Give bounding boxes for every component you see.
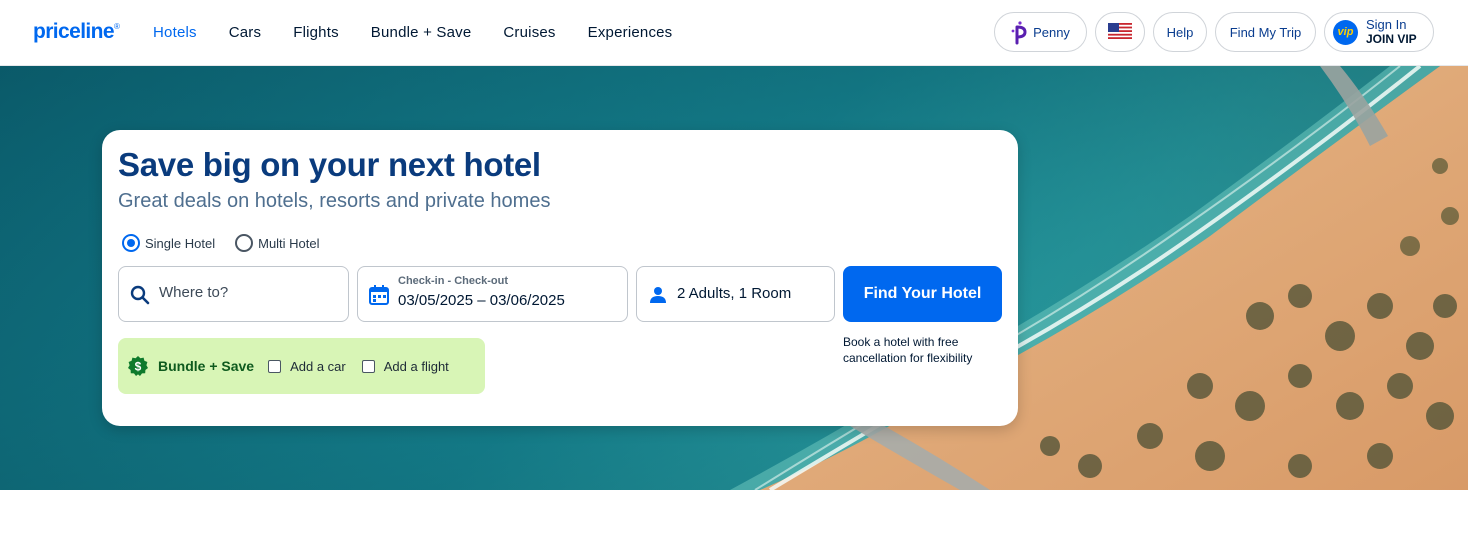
search-title: Save big on your next hotel [118, 146, 541, 183]
search-subtitle: Great deals on hotels, resorts and priva… [118, 190, 551, 212]
bundle-title: Bundle + Save [158, 358, 255, 374]
top-header: priceline® Hotels Cars Flights Bundle + … [0, 0, 1468, 66]
destination-input[interactable] [159, 284, 339, 301]
vip-icon: vip [1333, 19, 1358, 45]
svg-text:$: $ [135, 360, 142, 374]
add-car-option[interactable]: Add a car [268, 359, 346, 374]
help-button[interactable]: Help [1153, 12, 1207, 52]
add-flight-option[interactable]: Add a flight [361, 358, 449, 374]
sign-in-label: Sign In [1366, 17, 1407, 32]
add-flight-checkbox[interactable] [361, 359, 375, 373]
radio-selected-icon [122, 234, 140, 252]
find-your-hotel-button[interactable]: Find Your Hotel [843, 266, 1002, 322]
dates-field[interactable]: Check-in - Check-out 03/05/2025 – 03/06/… [357, 266, 628, 322]
multi-hotel-option[interactable]: Multi Hotel [235, 234, 320, 252]
us-flag-icon [1108, 22, 1132, 42]
dates-label: Check-in - Check-out [398, 275, 509, 287]
bundle-save-bar: $ Bundle + Save Add a car Add a flight [118, 338, 485, 394]
language-region-button[interactable] [1095, 12, 1145, 52]
sign-in-button[interactable]: vip Sign In JOIN VIP [1324, 12, 1434, 52]
nav-flights[interactable]: Flights [293, 24, 339, 41]
multi-hotel-label: Multi Hotel [258, 235, 320, 251]
penny-icon [1011, 21, 1027, 45]
find-my-trip-button[interactable]: Find My Trip [1215, 12, 1316, 52]
logo-text: priceline [33, 20, 115, 43]
radio-unselected-icon [235, 234, 254, 252]
person-icon [647, 284, 669, 306]
add-car-checkbox[interactable] [268, 359, 282, 373]
sign-in-text: Sign In JOIN VIP [1366, 17, 1417, 47]
hotel-type-options: Single Hotel Multi Hotel [122, 234, 320, 252]
dollar-badge-icon: $ [128, 356, 148, 376]
nav-cars[interactable]: Cars [229, 24, 261, 41]
search-icon [129, 284, 151, 306]
main-nav: Hotels Cars Flights Bundle + Save Cruise… [153, 24, 704, 41]
join-vip-label: JOIN VIP [1366, 32, 1417, 46]
single-hotel-label: Single Hotel [145, 235, 216, 251]
nav-bundle-save[interactable]: Bundle + Save [371, 24, 472, 41]
nav-cruises[interactable]: Cruises [503, 24, 555, 41]
nav-hotels[interactable]: Hotels [153, 24, 197, 41]
add-flight-label: Add a flight [383, 358, 449, 374]
logo-registered-mark: ® [113, 22, 120, 31]
free-cancellation-note: Book a hotel with free cancellation for … [843, 335, 973, 365]
penny-label: Penny [1033, 24, 1070, 40]
penny-button[interactable]: Penny [994, 12, 1087, 52]
hotel-search-card: Save big on your next hotel Great deals … [102, 130, 1018, 426]
dates-value: 03/05/2025 – 03/06/2025 [398, 292, 565, 309]
add-car-label: Add a car [290, 358, 346, 374]
priceline-logo[interactable]: priceline® [33, 20, 120, 44]
guests-value: 2 Adults, 1 Room [677, 285, 792, 302]
single-hotel-option[interactable]: Single Hotel [122, 234, 215, 252]
nav-experiences[interactable]: Experiences [588, 24, 673, 41]
calendar-icon [368, 284, 390, 306]
guests-rooms-field[interactable]: 2 Adults, 1 Room [636, 266, 835, 322]
destination-field[interactable] [118, 266, 349, 322]
